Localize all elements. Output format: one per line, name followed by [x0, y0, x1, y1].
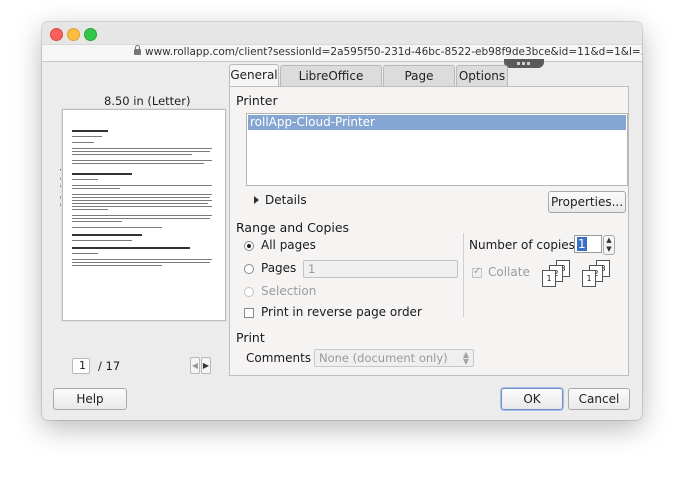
collate-pages-icon-2: 3 2 1	[582, 260, 626, 290]
reverse-order-label: Print in reverse page order	[261, 305, 422, 319]
comments-select[interactable]: None (document only) ▲ ▼	[314, 349, 474, 367]
copies-label: Number of copies	[469, 238, 575, 252]
pages-label: Pages	[261, 261, 297, 275]
collate-checkbox[interactable]	[472, 266, 482, 278]
all-pages-label: All pages	[261, 238, 316, 252]
url-text: www.rollapp.com/client?sessionId=2a595f5…	[145, 46, 642, 58]
properties-button[interactable]: Properties...	[548, 191, 626, 213]
lock-icon	[134, 45, 141, 55]
chevron-left-icon: ◀	[191, 361, 199, 370]
page-total-label: / 17	[98, 359, 121, 373]
help-button[interactable]: Help	[53, 388, 127, 410]
close-window-button[interactable]	[50, 28, 63, 41]
print-dialog-window: www.rollapp.com/client?sessionId=2a595f5…	[42, 22, 642, 420]
tab-general[interactable]: General	[229, 64, 279, 87]
address-bar[interactable]: www.rollapp.com/client?sessionId=2a595f5…	[42, 44, 642, 62]
selection-radio[interactable]	[244, 287, 254, 297]
details-expander[interactable]: Details	[254, 193, 307, 207]
copies-input[interactable]: 1	[574, 235, 602, 253]
page-preview	[62, 109, 226, 321]
collate-pages-icon: 3 2 1	[542, 260, 586, 290]
range-divider	[463, 233, 464, 317]
tab-options[interactable]: Options	[456, 65, 508, 86]
collate-label: Collate	[488, 265, 530, 279]
printer-list[interactable]: rollApp-Cloud-Printer	[246, 113, 628, 186]
reverse-order-checkbox[interactable]	[244, 308, 254, 318]
select-arrows-icon: ▲ ▼	[462, 350, 469, 366]
paper-size-label: 8.50 in (Letter)	[104, 94, 191, 108]
prev-page-button[interactable]: ◀	[190, 357, 200, 374]
general-tab-panel: Printer rollApp-Cloud-Printer Details Pr…	[229, 86, 629, 376]
pages-radio[interactable]	[244, 264, 254, 274]
print-section-title: Print	[236, 330, 265, 345]
expand-triangle-icon	[254, 196, 259, 204]
toolbar-drag-handle[interactable]	[504, 59, 544, 68]
zoom-window-button[interactable]	[84, 28, 97, 41]
next-page-button[interactable]: ▶	[201, 357, 211, 374]
page-number-input[interactable]: 1	[72, 358, 90, 374]
chevron-right-icon: ▶	[202, 361, 210, 370]
selection-label: Selection	[261, 284, 317, 298]
printer-list-item[interactable]: rollApp-Cloud-Printer	[248, 115, 626, 130]
comments-label: Comments	[246, 351, 312, 365]
minimize-window-button[interactable]	[67, 28, 80, 41]
printer-section-title: Printer	[236, 93, 278, 108]
pages-field[interactable]: 1	[303, 260, 458, 278]
range-section-title: Range and Copies	[236, 220, 350, 235]
tab-libreoffice-writer[interactable]: LibreOffice Writer	[280, 65, 382, 103]
all-pages-radio[interactable]	[244, 241, 254, 251]
title-bar	[42, 22, 642, 44]
ok-button[interactable]: OK	[501, 388, 563, 410]
cancel-button[interactable]: Cancel	[568, 388, 630, 410]
copies-spinner[interactable]: ▲ ▼	[603, 235, 615, 255]
tab-page-layout[interactable]: Page Layout	[383, 65, 455, 103]
